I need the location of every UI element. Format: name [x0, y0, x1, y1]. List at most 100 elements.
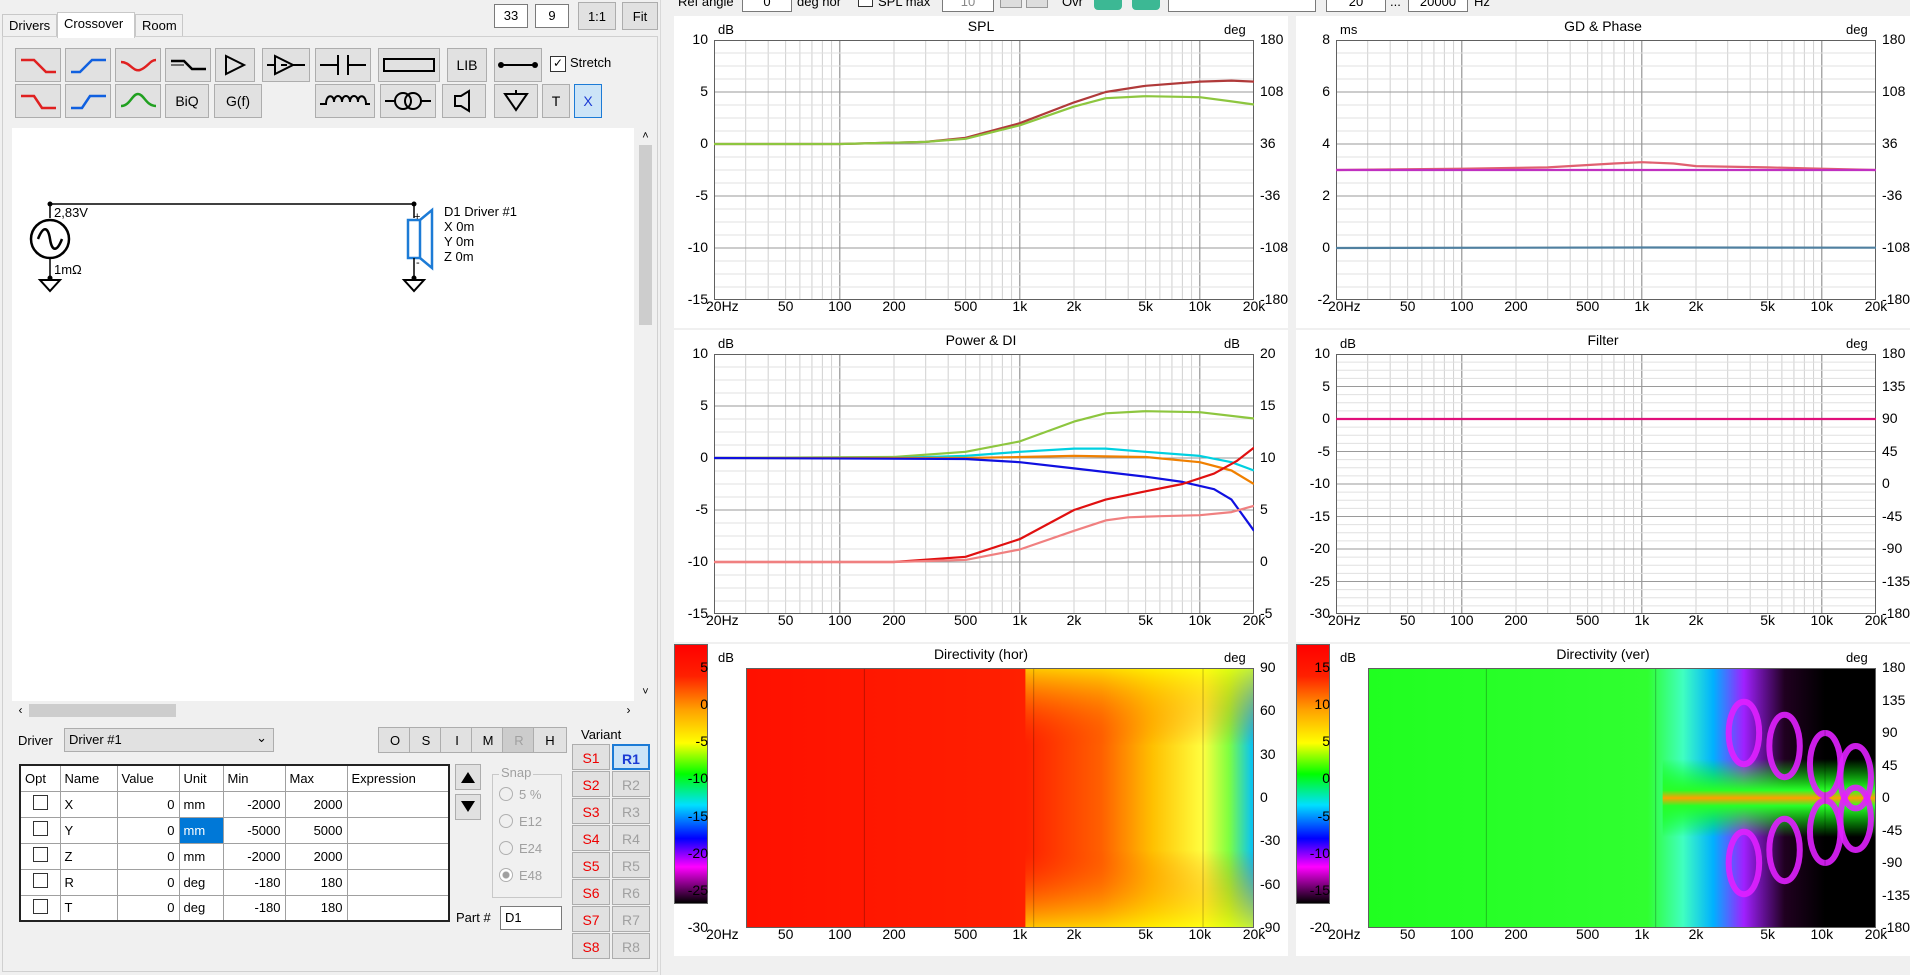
biquad-button[interactable]: BiQ — [165, 84, 209, 118]
param-max[interactable]: 180 — [284, 868, 348, 896]
scroll-up-icon[interactable]: ˄ — [637, 128, 654, 145]
opt-checkbox-cell[interactable] — [19, 816, 61, 844]
variant-r1[interactable]: R1 — [612, 744, 650, 770]
param-value[interactable]: 0 — [116, 790, 180, 818]
param-max[interactable]: 2000 — [284, 842, 348, 870]
tab-room[interactable]: Room — [135, 14, 183, 36]
color-button-1[interactable] — [1094, 0, 1122, 10]
variant-r4[interactable]: R4 — [612, 825, 650, 851]
param-min[interactable]: -5000 — [222, 816, 286, 844]
zoom-fit-button[interactable]: Fit — [622, 2, 658, 30]
schematic-canvas[interactable]: 2,83V 1mΩ + - D1 Driver #1 X 0m Y 0m Z 0… — [12, 128, 634, 701]
spl-chart-panel[interactable]: SPL dB deg 20Hz 50 100 200 500 1k 2k 5k 10k 20k 10 5 0-… — [674, 16, 1288, 328]
variant-s3[interactable]: S3 — [572, 798, 610, 824]
move-down-icon[interactable] — [455, 794, 481, 820]
spin-up-icon[interactable] — [1000, 0, 1022, 8]
variant-s8[interactable]: S8 — [572, 933, 610, 959]
variant-s4[interactable]: S4 — [572, 825, 610, 851]
scroll-right-icon[interactable]: › — [620, 702, 637, 719]
inductor-icon[interactable] — [315, 84, 375, 118]
param-min[interactable]: -180 — [222, 868, 286, 896]
highpass-icon[interactable] — [65, 48, 111, 82]
peak-icon[interactable] — [115, 84, 161, 118]
vertical-scrollbar[interactable]: ˄ ˅ — [637, 128, 654, 701]
setting-button-i[interactable]: I — [440, 727, 474, 753]
param-max[interactable]: 5000 — [284, 816, 348, 844]
wire-icon[interactable] — [494, 48, 542, 82]
resistor-icon[interactable] — [378, 48, 440, 82]
x-button[interactable]: X — [574, 84, 602, 118]
param-min[interactable]: -180 — [222, 894, 286, 922]
setting-button-m[interactable]: M — [471, 727, 505, 753]
zoom-value-b[interactable]: 9 — [535, 4, 569, 28]
driver-name-label[interactable]: D1 Driver #1 — [444, 204, 517, 219]
dir_hor-chart-panel[interactable]: Directivity (hor) dB deg 20Hz 50 100 200 500 1k 2… — [674, 644, 1288, 956]
part-input[interactable]: D1 — [500, 906, 562, 930]
param-unit[interactable]: deg — [178, 868, 224, 896]
param-unit[interactable]: deg — [178, 894, 224, 922]
table-row[interactable]: R 0 deg -180 180 — [19, 868, 450, 896]
variant-s1[interactable]: S1 — [572, 744, 610, 770]
move-up-icon[interactable] — [455, 764, 481, 790]
spl-max-checkbox[interactable] — [858, 0, 873, 7]
freq-min-input[interactable]: 20 — [1326, 0, 1386, 12]
ground-icon[interactable] — [494, 84, 538, 118]
vertical-scroll-thumb[interactable] — [639, 145, 652, 325]
delay-amp-icon[interactable] — [262, 48, 310, 82]
opt-checkbox[interactable] — [33, 795, 48, 810]
table-row[interactable]: X 0 mm -2000 2000 — [19, 790, 450, 818]
horizontal-scroll-thumb[interactable] — [29, 704, 176, 717]
setting-button-s[interactable]: S — [409, 727, 443, 753]
variant-s2[interactable]: S2 — [572, 771, 610, 797]
setting-button-o[interactable]: O — [378, 727, 412, 753]
opt-checkbox[interactable] — [33, 898, 48, 914]
opt-checkbox[interactable] — [33, 847, 48, 862]
opt-checkbox-cell[interactable] — [19, 842, 61, 870]
highpass-2-icon[interactable] — [65, 84, 111, 118]
opt-checkbox-cell[interactable] — [19, 868, 61, 896]
speaker-icon[interactable] — [442, 84, 486, 118]
variant-s5[interactable]: S5 — [572, 852, 610, 878]
variant-r5[interactable]: R5 — [612, 852, 650, 878]
variant-r7[interactable]: R7 — [612, 906, 650, 932]
spin-down-icon[interactable] — [1026, 0, 1048, 8]
opt-checkbox-cell[interactable] — [19, 790, 61, 818]
color-button-2[interactable] — [1132, 0, 1160, 10]
variant-r6[interactable]: R6 — [612, 879, 650, 905]
zoom-value-a[interactable]: 33 — [494, 4, 528, 28]
param-expression[interactable] — [346, 790, 450, 818]
lowpass-2-icon[interactable] — [15, 84, 61, 118]
zoom-1to1-button[interactable]: 1:1 — [578, 2, 616, 30]
dir_ver-chart-panel[interactable]: Directivity (ver) dB deg 20Hz 50 100 200 500 1k 2… — [1296, 644, 1910, 956]
param-unit[interactable]: mm — [178, 790, 224, 818]
param-expression[interactable] — [346, 842, 450, 870]
splitter[interactable] — [660, 0, 661, 975]
tab-crossover[interactable]: Crossover — [57, 12, 135, 38]
variant-s6[interactable]: S6 — [572, 879, 610, 905]
lib-button[interactable]: LIB — [447, 48, 487, 82]
opt-checkbox[interactable] — [33, 821, 48, 836]
variant-s7[interactable]: S7 — [572, 906, 610, 932]
power-chart-panel[interactable]: Power & DI dB dB 20Hz 50 100 200 500 1k 2k 5k 10k 20… — [674, 330, 1288, 642]
shelf-icon[interactable] — [165, 48, 211, 82]
bandpass-icon[interactable] — [115, 48, 161, 82]
amplifier-icon[interactable] — [215, 48, 255, 82]
stretch-checkbox[interactable]: ✓ — [550, 56, 566, 72]
tab-drivers[interactable]: Drivers — [2, 14, 57, 36]
t-button[interactable]: T — [542, 84, 570, 118]
gd-chart-panel[interactable]: GD & Phase ms deg 20Hz 50 100 200 500 1k 2k 5k 10k 2… — [1296, 16, 1910, 328]
scroll-left-icon[interactable]: ‹ — [12, 702, 29, 719]
variant-r8[interactable]: R8 — [612, 933, 650, 959]
capacitor-icon[interactable] — [315, 48, 371, 82]
param-min[interactable]: -2000 — [222, 790, 286, 818]
ref-angle-input[interactable]: 0 — [742, 0, 792, 12]
filter-chart-panel[interactable]: Filter dB deg 20Hz 50 100 200 500 1k 2k 5k 10k 20k 10… — [1296, 330, 1910, 642]
param-unit[interactable]: mm — [178, 816, 224, 844]
opt-checkbox-cell[interactable] — [19, 894, 61, 922]
param-unit[interactable]: mm — [178, 842, 224, 870]
param-min[interactable]: -2000 — [222, 842, 286, 870]
param-expression[interactable] — [346, 868, 450, 896]
spl-max-input[interactable]: 10 — [942, 0, 994, 12]
param-expression[interactable] — [346, 894, 450, 922]
transformer-icon[interactable] — [380, 84, 436, 118]
